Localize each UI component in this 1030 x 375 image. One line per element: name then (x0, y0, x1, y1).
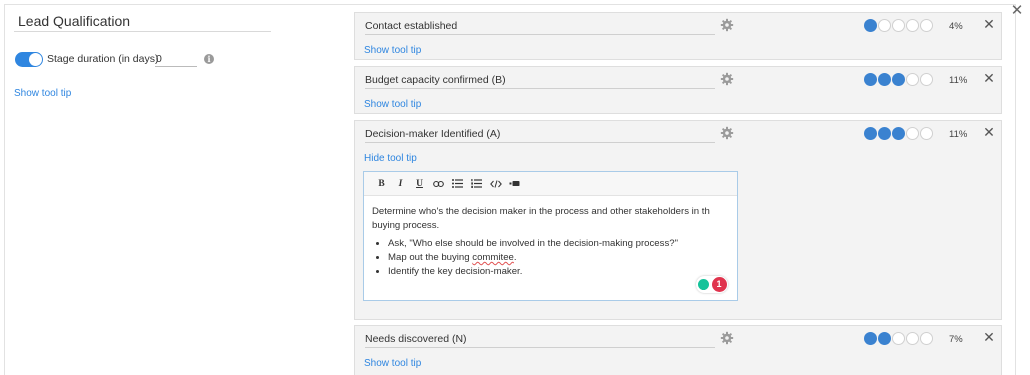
rating-dot-filled[interactable] (864, 332, 877, 345)
stage-duration-input[interactable] (155, 51, 197, 67)
rating-dot-filled[interactable] (878, 127, 891, 140)
criterion-card-needs-discovered: 7% ✕ Show tool tip (354, 325, 1002, 375)
criterion-percent: 4% (949, 21, 963, 32)
stage-show-tooltip-link[interactable]: Show tool tip (14, 88, 71, 99)
tooltip-editor[interactable]: B I U Determine who's the decision maker… (363, 171, 738, 301)
rating-dot-filled[interactable] (864, 73, 877, 86)
grammar-issue-count: 1 (711, 277, 727, 292)
criterion-name-input[interactable] (365, 18, 715, 35)
criterion-percent: 11% (949, 75, 968, 86)
underline-button[interactable]: U (410, 176, 429, 192)
rating-dot-filled[interactable] (864, 127, 877, 140)
criterion-card-contact-established: 4% ✕ Show tool tip (354, 12, 1002, 60)
rating-dot-empty[interactable] (892, 332, 905, 345)
code-icon (489, 179, 502, 188)
bulleted-list-button[interactable] (448, 176, 467, 192)
remove-criterion-icon[interactable]: ✕ (982, 126, 996, 140)
rating-dot-empty[interactable] (920, 19, 933, 32)
gear-icon[interactable] (720, 72, 734, 86)
show-tooltip-link[interactable]: Show tool tip (364, 358, 421, 369)
rating-dot-empty[interactable] (892, 19, 905, 32)
toggle-knob (29, 53, 42, 66)
list-item-text-end: . (513, 252, 517, 263)
criterion-name-input[interactable] (365, 72, 715, 89)
rating-dot-empty[interactable] (906, 73, 919, 86)
link-button[interactable] (429, 176, 448, 192)
rating-dots[interactable] (864, 127, 933, 140)
show-tooltip-link[interactable]: Show tool tip (364, 45, 421, 56)
remove-criterion-icon[interactable]: ✕ (982, 72, 996, 86)
stage-title[interactable]: Lead Qualification (18, 13, 130, 29)
bold-button[interactable]: B (372, 176, 391, 192)
rating-dot-empty[interactable] (906, 127, 919, 140)
show-tooltip-link[interactable]: Show tool tip (364, 99, 421, 110)
list-item: Identify the key decision-maker. (388, 265, 729, 279)
criterion-card-budget-capacity: 11% ✕ Show tool tip (354, 66, 1002, 114)
criterion-name-input[interactable] (365, 126, 715, 143)
rating-dot-filled[interactable] (864, 19, 877, 32)
list-item-text: Map out the buying (388, 252, 473, 263)
gear-icon[interactable] (720, 18, 734, 32)
rating-dot-empty[interactable] (920, 127, 933, 140)
close-icon[interactable]: ✕ (1010, 3, 1024, 18)
lightbulb-icon (697, 279, 709, 290)
criterion-percent: 7% (949, 334, 963, 345)
list-item: Ask, "Who else should be involved in the… (388, 237, 729, 251)
list-item: Map out the buying commitee. (388, 251, 729, 265)
numbered-list-icon (471, 179, 482, 188)
hide-tooltip-link[interactable]: Hide tool tip (364, 153, 417, 164)
code-button[interactable] (486, 176, 505, 192)
tooltip-bullet-list: Ask, "Who else should be involved in the… (388, 237, 729, 279)
stage-duration-label: Stage duration (in days) (47, 53, 159, 65)
criterion-percent: 11% (949, 129, 968, 140)
criterion-card-decision-maker: 11% ✕ Hide tool tip B I U Determine wh (354, 120, 1002, 320)
rating-dot-filled[interactable] (892, 127, 905, 140)
rating-dots[interactable] (864, 332, 933, 345)
rating-dot-filled[interactable] (892, 73, 905, 86)
tooltip-paragraph: Determine who's the decision maker in th… (372, 206, 710, 231)
bulleted-list-icon (452, 179, 463, 188)
gear-icon[interactable] (720, 126, 734, 140)
info-icon[interactable]: i (204, 54, 214, 64)
gear-icon[interactable] (720, 331, 734, 345)
rating-dot-empty[interactable] (920, 332, 933, 345)
eraser-icon (509, 181, 520, 186)
numbered-list-button[interactable] (467, 176, 486, 192)
rating-dot-filled[interactable] (878, 332, 891, 345)
stage-title-underline (14, 31, 271, 32)
italic-button[interactable]: I (391, 176, 410, 192)
rating-dots[interactable] (864, 19, 933, 32)
stage-duration-toggle[interactable] (15, 52, 43, 67)
rating-dots[interactable] (864, 73, 933, 86)
editor-toolbar: B I U (364, 172, 737, 196)
misspelled-word[interactable]: commitee (472, 252, 514, 263)
criterion-name-input[interactable] (365, 331, 715, 348)
rating-dot-empty[interactable] (920, 73, 933, 86)
remove-criterion-icon[interactable]: ✕ (982, 18, 996, 32)
rating-dot-empty[interactable] (878, 19, 891, 32)
grammar-checker-badge[interactable]: 1 (696, 276, 728, 293)
rating-dot-filled[interactable] (878, 73, 891, 86)
remove-criterion-icon[interactable]: ✕ (982, 331, 996, 345)
link-icon (433, 180, 444, 187)
clear-format-button[interactable] (505, 176, 524, 192)
rating-dot-empty[interactable] (906, 332, 919, 345)
rating-dot-empty[interactable] (906, 19, 919, 32)
editor-content[interactable]: Determine who's the decision maker in th… (364, 196, 737, 279)
